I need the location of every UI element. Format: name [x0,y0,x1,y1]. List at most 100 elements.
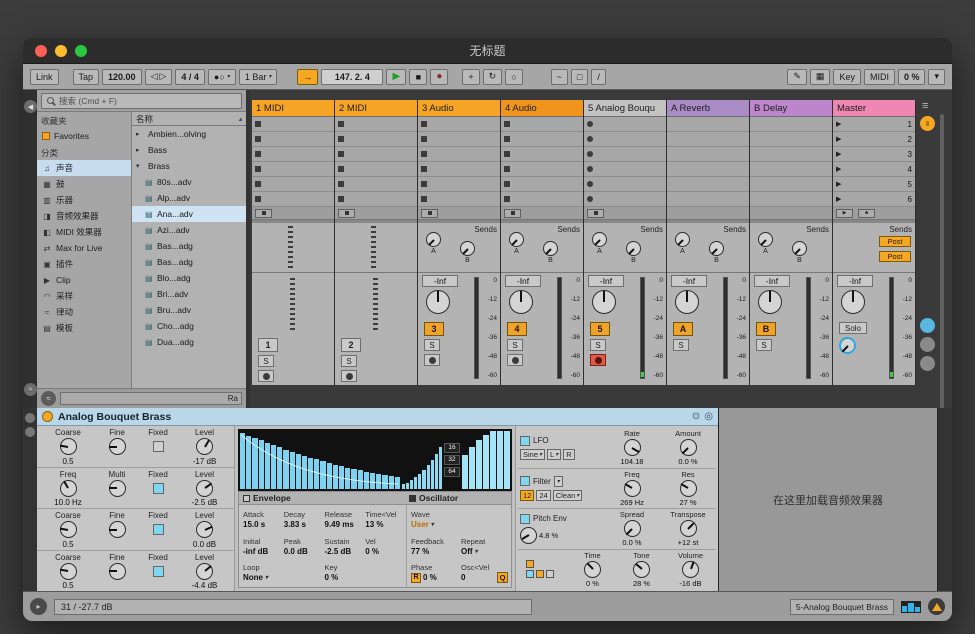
clip-slot[interactable] [501,177,583,192]
timevel-value[interactable]: 13 % [365,520,404,529]
nudge-up-icon[interactable]: ▷ [159,71,166,82]
algorithm-display[interactable] [520,560,568,578]
arm-button[interactable] [258,370,274,382]
filter-slope-24-button[interactable]: 24 [536,490,550,501]
zoom-icon[interactable] [75,45,87,57]
clip-slot[interactable] [667,117,749,132]
rate-value[interactable]: 104.18 [621,457,644,466]
track-header[interactable]: 1 MIDI [252,100,334,117]
io-toggle-icon[interactable] [920,318,935,333]
send-a-knob[interactable] [509,232,524,247]
sidebar-item[interactable]: ♫声音 [37,160,131,176]
clip-slot[interactable] [750,192,832,207]
track-activator-button[interactable]: 1 [258,338,278,352]
pan-knob[interactable] [426,290,450,314]
solo-button[interactable]: S [507,339,523,351]
osc-tune-knob[interactable] [60,480,77,497]
list-item[interactable]: ▤Bas...adg [132,254,246,270]
fixed-checkbox[interactable] [153,441,164,452]
sidebar-item[interactable]: ⇄Max for Live [37,240,131,256]
cue-volume-knob[interactable] [839,337,856,354]
pan-knob[interactable] [509,290,533,314]
envelope-section-header[interactable]: Envelope [239,493,405,503]
clip-slot[interactable] [252,177,334,192]
clip-slot[interactable] [750,177,832,192]
list-item[interactable]: ▤Bri...adv [132,286,246,302]
arm-button[interactable] [507,354,523,366]
amount-value[interactable]: 0.0 % [678,457,697,466]
solo-button[interactable]: S [756,339,772,351]
param-value[interactable]: -17 dB [193,457,217,466]
scene-slot[interactable]: ▶4 [833,162,915,177]
tone-value[interactable]: 28 % [633,579,650,588]
info-toggle-icon[interactable]: ▸ [30,598,47,615]
clip-slot[interactable] [252,117,334,132]
clip-stop-button[interactable] [255,209,272,218]
overdub-button[interactable]: + [462,69,479,85]
clip-stop-button[interactable] [504,209,521,218]
midi-map-button[interactable]: MIDI [864,69,895,85]
time-value[interactable]: 0 % [586,579,599,588]
envelope-display[interactable]: 163264 [238,429,512,491]
session-scrollbar[interactable] [940,114,944,410]
metronome-button[interactable]: ●○▾ [208,69,236,85]
freq-value[interactable]: 269 Hz [620,498,644,507]
attack-value[interactable]: 15.0 s [243,520,282,529]
feedback-value[interactable]: 77 % [411,547,459,556]
follow-button[interactable]: → [297,69,318,85]
minimize-icon[interactable] [55,45,67,57]
track-header[interactable]: 2 MIDI [335,100,417,117]
track-header[interactable]: Master [833,100,915,117]
clip-slot[interactable] [501,162,583,177]
preview-field[interactable]: Ra [60,392,242,405]
scene-menu-icon[interactable]: ≡ [922,100,928,112]
tempo-display[interactable]: 120.00 [102,69,142,85]
draw-mode-button[interactable]: ~ [551,69,568,85]
solo-button[interactable]: S [341,355,357,367]
volume-value[interactable]: -Inf [671,275,707,287]
list-item[interactable]: ▤Dua...adg [132,334,246,350]
send-b-knob[interactable] [792,241,807,256]
clip-slot[interactable] [667,192,749,207]
send-a-knob[interactable] [592,232,607,247]
pan-knob[interactable] [675,290,699,314]
list-item[interactable]: ▸Ambien...olving [132,126,246,142]
clip-slot[interactable] [667,177,749,192]
send-b-post-button[interactable]: Post [879,251,911,262]
fixed-checkbox[interactable] [153,483,164,494]
clip-slot[interactable] [418,132,500,147]
tone-knob[interactable] [633,561,650,578]
volume-value[interactable]: -Inf [422,275,458,287]
amount-knob[interactable] [680,439,697,456]
param-value[interactable]: -4.4 dB [192,581,218,590]
scene-slot[interactable]: ▶5 [833,177,915,192]
sends-toggle-icon[interactable] [920,337,935,352]
param-value[interactable]: 10.0 Hz [54,498,82,507]
clip-slot[interactable] [252,192,334,207]
send-a-post-button[interactable]: Post [879,236,911,247]
groove-pool-icon[interactable]: ≈ [24,383,37,396]
capture-midi-button[interactable]: ↻ [483,69,503,85]
osc-fine-knob[interactable] [109,480,126,497]
pan-knob[interactable] [841,290,865,314]
track-activator-button[interactable]: 5 [590,322,610,336]
send-b-knob[interactable] [709,241,724,256]
clip-slot[interactable] [667,132,749,147]
osc-tune-knob[interactable] [60,563,77,580]
clip-slot[interactable] [335,117,417,132]
clip-slot[interactable] [335,177,417,192]
sustain-value[interactable]: -2.5 dB [325,547,364,556]
preview-icon[interactable]: ≈ [41,391,56,406]
nudge-buttons[interactable]: ◁▷ [145,69,173,85]
nudge-down-icon[interactable]: ◁ [151,71,158,82]
volume-value[interactable]: -Inf [505,275,541,287]
peak-value[interactable]: 0.0 dB [284,547,323,556]
device-title[interactable]: Analog Bouquet Brass [58,411,171,423]
sidebar-item[interactable]: ◠采样 [37,288,131,304]
arrangement-position-display[interactable]: 147. 2. 4 [321,69,383,85]
clip-slot[interactable] [584,177,666,192]
quantization-menu[interactable]: 1 Bar▾ [239,69,278,85]
res-knob[interactable] [680,480,697,497]
filter-checkbox[interactable] [520,476,530,486]
notification-icon[interactable] [928,598,945,615]
